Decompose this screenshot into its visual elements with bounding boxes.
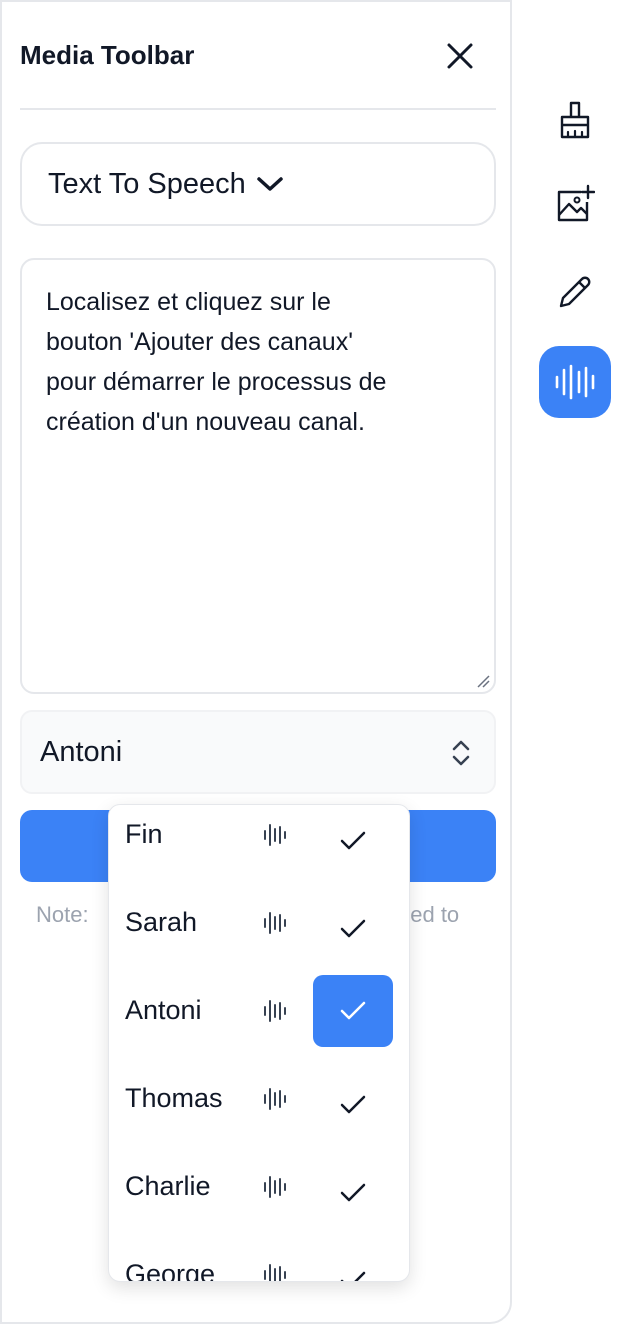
voice-option-george[interactable]: George xyxy=(109,1231,409,1282)
voice-select-value: Antoni xyxy=(40,735,123,768)
voice-option-name: Fin xyxy=(125,819,163,849)
mode-select[interactable]: Text To Speech xyxy=(20,142,496,226)
text-to-speech-tool-button[interactable] xyxy=(539,346,611,418)
note-text-left: Note: xyxy=(36,902,89,927)
pencil-tool-button[interactable] xyxy=(539,256,611,328)
panel-header: Media Toolbar xyxy=(20,2,496,110)
speech-text-input[interactable]: Localisez et cliquez sur le bouton 'Ajou… xyxy=(20,258,496,694)
check-icon xyxy=(340,1183,366,1202)
audio-wave-icon[interactable] xyxy=(263,909,287,937)
voice-option-name: George xyxy=(125,1259,216,1282)
voice-option-select-button[interactable] xyxy=(313,805,393,877)
voice-option-select-button[interactable] xyxy=(313,1069,393,1141)
voice-option-name: Thomas xyxy=(125,1083,223,1113)
voice-option-thomas[interactable]: Thomas xyxy=(109,1055,409,1143)
brush-icon xyxy=(560,101,590,139)
close-icon xyxy=(447,43,473,69)
voice-option-fin[interactable]: Fin xyxy=(109,805,409,879)
audio-wave-icon[interactable] xyxy=(263,1173,287,1201)
voice-option-name: Charlie xyxy=(125,1171,211,1201)
media-toolbar-panel: Media Toolbar Text To Speech Localisez e… xyxy=(0,0,512,1324)
check-icon xyxy=(340,1271,366,1281)
audio-wave-icon[interactable] xyxy=(263,1085,287,1113)
brush-tool-button[interactable] xyxy=(539,84,611,156)
voice-option-name: Antoni xyxy=(125,995,202,1025)
check-icon xyxy=(340,1001,366,1020)
mode-select-label: Text To Speech xyxy=(48,167,246,200)
voice-select[interactable]: Antoni xyxy=(20,710,496,794)
voice-option-select-button[interactable] xyxy=(313,1157,393,1229)
image-add-icon xyxy=(557,184,595,222)
voice-option-sarah[interactable]: Sarah xyxy=(109,879,409,967)
add-image-tool-button[interactable] xyxy=(539,168,611,240)
close-button[interactable] xyxy=(442,38,478,74)
voice-option-charlie[interactable]: Charlie xyxy=(109,1143,409,1231)
check-icon xyxy=(340,919,366,938)
audio-wave-icon[interactable] xyxy=(263,997,287,1025)
audio-wave-icon[interactable] xyxy=(263,821,287,849)
panel-title: Media Toolbar xyxy=(20,40,195,70)
chevron-down-icon xyxy=(256,174,284,194)
audio-wave-icon[interactable] xyxy=(263,1261,287,1282)
voice-option-antoni[interactable]: Antoni xyxy=(109,967,409,1055)
voice-option-select-button[interactable] xyxy=(313,1245,393,1281)
audio-wave-icon xyxy=(555,364,595,400)
resize-grip-icon[interactable] xyxy=(476,674,490,688)
voice-dropdown: Fin Sarah Antoni Thomas Charlie George xyxy=(108,804,410,1282)
check-icon xyxy=(340,1095,366,1114)
voice-option-select-button-selected[interactable] xyxy=(313,975,393,1047)
voice-option-name: Sarah xyxy=(125,907,198,937)
voice-option-select-button[interactable] xyxy=(313,893,393,965)
pencil-icon xyxy=(559,276,591,308)
check-icon xyxy=(340,831,366,850)
chevron-up-down-icon xyxy=(450,738,472,773)
